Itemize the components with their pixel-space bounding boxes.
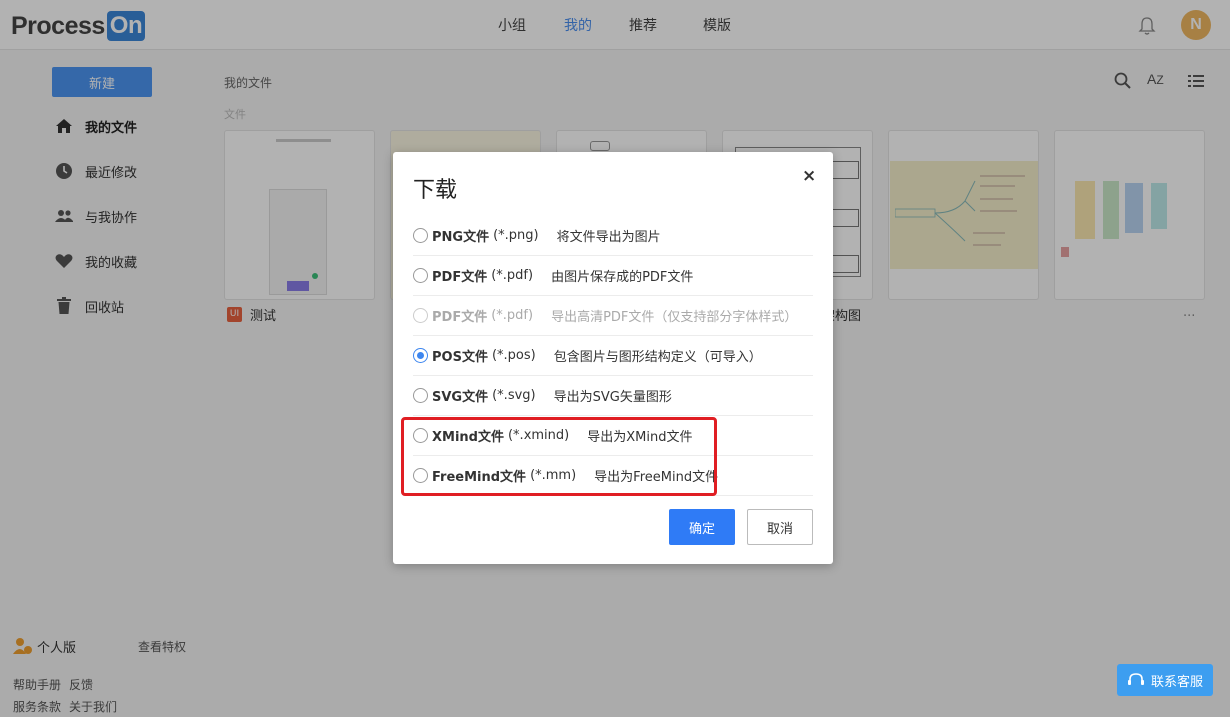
radio-pdf[interactable] xyxy=(413,268,428,283)
headset-icon xyxy=(1127,673,1144,685)
option-pdf-hd: PDF文件 (*.pdf) 导出高清PDF文件（仅支持部分字体样式） xyxy=(413,296,813,336)
contact-support-button[interactable]: 联系客服 xyxy=(1117,664,1213,696)
radio-png[interactable] xyxy=(413,228,428,243)
radio-pdf-hd xyxy=(413,308,428,323)
close-icon[interactable]: × xyxy=(802,166,816,186)
option-freemind[interactable]: FreeMind文件 (*.mm) 导出为FreeMind文件 xyxy=(413,456,813,496)
cancel-button[interactable]: 取消 xyxy=(747,509,813,545)
option-svg[interactable]: SVG文件 (*.svg) 导出为SVG矢量图形 xyxy=(413,376,813,416)
radio-freemind[interactable] xyxy=(413,468,428,483)
option-png[interactable]: PNG文件 (*.png) 将文件导出为图片 xyxy=(413,216,813,256)
download-dialog: 下载 × PNG文件 (*.png) 将文件导出为图片 PDF文件 (*.pdf… xyxy=(393,152,833,564)
radio-pos[interactable] xyxy=(413,348,428,363)
confirm-button[interactable]: 确定 xyxy=(669,509,735,545)
contact-support-label: 联系客服 xyxy=(1150,674,1203,690)
option-pos[interactable]: POS文件 (*.pos) 包含图片与图形结构定义（可导入） xyxy=(413,336,813,376)
radio-xmind[interactable] xyxy=(413,428,428,443)
dialog-title: 下载 xyxy=(413,178,458,203)
radio-svg[interactable] xyxy=(413,388,428,403)
option-xmind[interactable]: XMind文件 (*.xmind) 导出为XMind文件 xyxy=(413,416,813,456)
option-pdf[interactable]: PDF文件 (*.pdf) 由图片保存成的PDF文件 xyxy=(413,256,813,296)
